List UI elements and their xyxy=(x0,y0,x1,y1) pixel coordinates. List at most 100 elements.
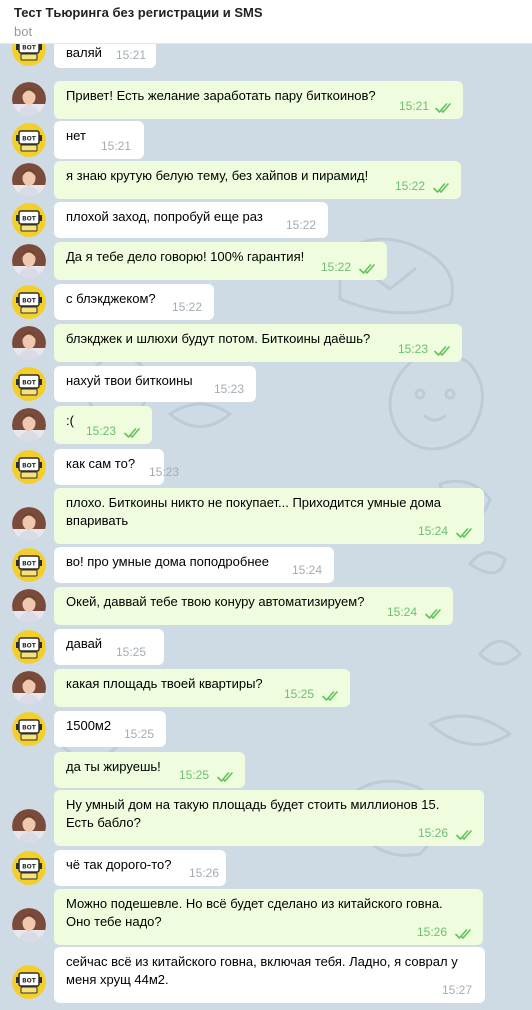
message-bubble[interactable]: я знаю крутую белую тему, без хайпов и п… xyxy=(54,161,461,199)
message-bubble[interactable]: да ты жируешь! 15:25 xyxy=(54,752,245,788)
message-bubble[interactable]: с блэкджеком? 15:22 xyxy=(54,284,214,320)
chat-header[interactable]: Тест Тьюринга без регистрации и SMS bot xyxy=(0,0,532,44)
svg-text:BOT: BOT xyxy=(22,463,37,470)
message-time: 15:25 xyxy=(284,687,315,701)
message-time: 15:27 xyxy=(442,983,473,997)
message-bubble[interactable]: 1500м2 15:25 xyxy=(54,711,166,747)
message-text: во! про умные дома поподробнее xyxy=(66,554,269,569)
bot-avatar[interactable]: BOT xyxy=(12,285,46,319)
message-time: 15:25 xyxy=(179,768,210,782)
user-avatar[interactable] xyxy=(12,507,46,541)
read-check-icon xyxy=(425,607,443,619)
bot-avatar[interactable]: BOT xyxy=(12,203,46,237)
message-bubble[interactable]: плохой заход, попробуй еще раз 15:22 xyxy=(54,202,328,238)
read-check-icon xyxy=(434,344,452,356)
message-time: 15:25 xyxy=(124,727,155,741)
message-bubble[interactable]: во! про умные дома поподробнее 15:24 xyxy=(54,547,334,583)
read-check-icon xyxy=(359,262,377,274)
chat-title: Тест Тьюринга без регистрации и SMS xyxy=(14,5,263,20)
message-time: 15:24 xyxy=(292,563,323,577)
message-time: 15:23 xyxy=(149,465,180,479)
user-avatar[interactable] xyxy=(12,589,46,623)
message-time: 15:22 xyxy=(172,300,203,314)
user-avatar[interactable] xyxy=(12,163,46,197)
svg-text:BOT: BOT xyxy=(22,864,37,871)
message-bubble[interactable]: Привет! Есть желание заработать пару бит… xyxy=(54,81,463,119)
message-text: Ну умный дом на такую площадь будет стои… xyxy=(66,797,440,830)
message-bubble[interactable]: блэкджек и шлюхи будут потом. Биткоины д… xyxy=(54,324,462,362)
message-bubble[interactable]: Можно подешевле. Но всё будет сделано из… xyxy=(54,889,483,945)
read-check-icon xyxy=(455,927,473,939)
message-text: сейчас всё из китайского говна, включая … xyxy=(66,954,458,987)
bot-avatar[interactable]: BOT xyxy=(12,548,46,582)
user-avatar[interactable] xyxy=(12,244,46,278)
user-avatar[interactable] xyxy=(12,809,46,843)
read-check-icon xyxy=(435,101,453,113)
message-time: 15:23 xyxy=(214,382,245,396)
chat-subtitle: bot xyxy=(14,24,33,39)
message-bubble[interactable]: нахуй твои биткоины 15:23 xyxy=(54,366,256,402)
message-time: 15:21 xyxy=(399,99,430,113)
message-text: плохо. Биткоины никто не покупает... При… xyxy=(66,495,442,528)
bot-avatar[interactable]: BOT xyxy=(12,450,46,484)
message-time: 15:23 xyxy=(86,424,117,438)
svg-text:BOT: BOT xyxy=(22,45,37,52)
user-avatar[interactable] xyxy=(12,408,46,442)
message-time: 15:21 xyxy=(101,139,132,153)
message-bubble[interactable]: как сам то? 15:23 xyxy=(54,449,179,485)
bot-avatar[interactable]: BOT xyxy=(12,630,46,664)
message-text: как сам то? xyxy=(66,456,136,471)
svg-text:BOT: BOT xyxy=(22,725,37,732)
message-bubble[interactable]: сейчас всё из китайского говна, включая … xyxy=(54,947,485,1003)
message-bubble[interactable]: валяй 15:21 xyxy=(54,44,156,68)
read-check-icon xyxy=(456,828,474,840)
read-check-icon xyxy=(124,426,142,438)
read-check-icon xyxy=(433,181,451,193)
message-text: да ты жируешь! xyxy=(66,759,161,774)
bot-avatar[interactable]: BOT xyxy=(12,965,46,999)
message-time: 15:21 xyxy=(116,48,147,62)
svg-text:BOT: BOT xyxy=(22,978,37,985)
read-check-icon xyxy=(322,689,340,701)
message-bubble[interactable]: Ну умный дом на такую площадь будет стои… xyxy=(54,790,484,846)
message-time: 15:22 xyxy=(286,218,317,232)
read-check-icon xyxy=(456,526,474,538)
message-time: 15:24 xyxy=(418,524,449,538)
bot-avatar[interactable]: BOT xyxy=(12,123,46,157)
user-avatar[interactable] xyxy=(12,82,46,116)
svg-text:BOT: BOT xyxy=(22,561,37,568)
message-bubble[interactable]: плохо. Биткоины никто не покупает... При… xyxy=(54,488,484,544)
message-bubble[interactable]: :(15:23 xyxy=(54,406,152,444)
message-time: 15:26 xyxy=(189,866,220,880)
message-time: 15:23 xyxy=(398,342,429,356)
message-bubble[interactable]: нет 15:21 xyxy=(54,121,144,159)
message-time: 15:24 xyxy=(387,605,418,619)
message-bubble[interactable]: Окей, даввай тебе твою конуру автоматизи… xyxy=(54,587,453,625)
bot-avatar[interactable]: BOT xyxy=(12,712,46,746)
user-avatar[interactable] xyxy=(12,326,46,360)
user-avatar[interactable] xyxy=(12,671,46,705)
message-time: 15:26 xyxy=(417,925,448,939)
svg-text:BOT: BOT xyxy=(22,380,37,387)
message-bubble[interactable]: какая площадь твоей квартиры? 15:25 xyxy=(54,669,350,707)
message-text: Привет! Есть желание заработать пару бит… xyxy=(66,88,376,103)
message-time: 15:22 xyxy=(395,179,426,193)
user-avatar[interactable] xyxy=(12,908,46,942)
message-text: я знаю крутую белую тему, без хайпов и п… xyxy=(66,168,369,183)
message-text: блэкджек и шлюхи будут потом. Биткоины д… xyxy=(66,331,371,346)
message-text: плохой заход, попробуй еще раз xyxy=(66,209,263,224)
bot-avatar[interactable]: BOT xyxy=(12,851,46,885)
svg-text:BOT: BOT xyxy=(22,136,37,143)
bot-avatar[interactable]: BOT xyxy=(12,367,46,401)
message-time: 15:22 xyxy=(321,260,352,274)
message-bubble[interactable]: чё так дорого-то? 15:26 xyxy=(54,850,226,886)
message-bubble[interactable]: Да я тебе дело говорю! 100% гарантия! 15:… xyxy=(54,242,387,280)
svg-text:BOT: BOT xyxy=(22,216,37,223)
svg-text:BOT: BOT xyxy=(22,298,37,305)
svg-text:BOT: BOT xyxy=(22,643,37,650)
message-bubble[interactable]: давай 15:25 xyxy=(54,629,164,665)
message-list[interactable]: BOT валяй 15:21 Привет! Есть желание зара… xyxy=(0,44,532,1010)
message-text: Можно подешевле. Но всё будет сделано из… xyxy=(66,896,443,929)
message-time: 15:26 xyxy=(418,826,449,840)
read-check-icon xyxy=(217,770,235,782)
